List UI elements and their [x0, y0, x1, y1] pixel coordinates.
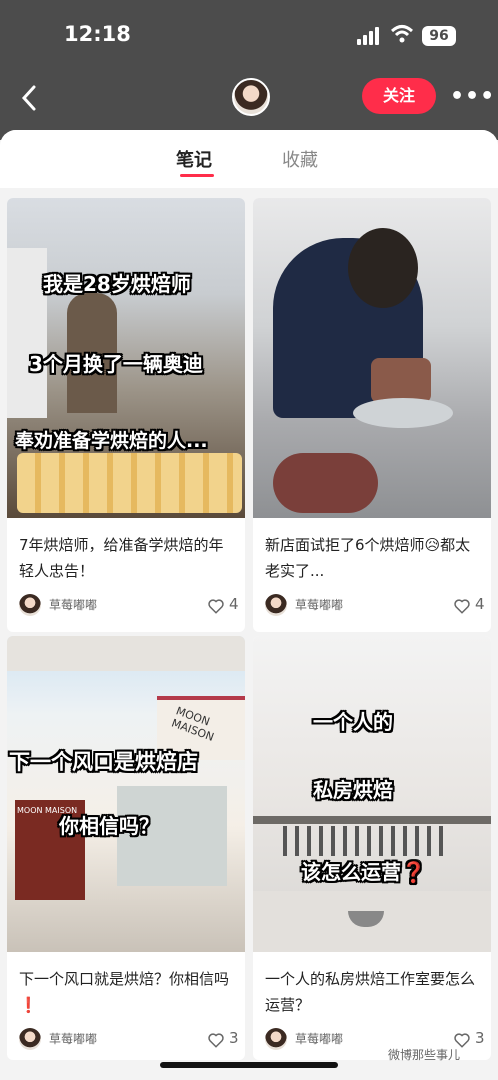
follow-button[interactable]: 关注 — [362, 78, 436, 114]
like-count: 4 — [229, 595, 239, 613]
author-name[interactable]: 草莓嘟嘟 — [295, 1030, 343, 1047]
profile-avatar[interactable] — [232, 78, 270, 116]
cover-text-line: 下一个风口是烘焙店 — [9, 750, 198, 774]
cover-text-line: 我是28岁烘焙师 — [43, 272, 191, 296]
heart-icon[interactable] — [453, 597, 471, 615]
note-card[interactable]: 一个人的 私房烘焙 该怎么运营❓ 一个人的私房烘焙工作室要怎么运营？ 草莓嘟嘟 … — [253, 636, 491, 1060]
cover-text-line: 奉劝准备学烘焙的人... — [15, 430, 208, 452]
cover-text-line: 3个月换了一辆奥迪 — [29, 352, 203, 376]
note-card[interactable]: MOON MAISON MOON MAISON 下一个风口是烘焙店 你相信吗？ … — [7, 636, 245, 1060]
note-title: 7年烘焙师，给准备学烘焙的年轻人忠告！ — [19, 536, 224, 580]
cover-text-line: 一个人的 — [313, 710, 393, 734]
tab-notes[interactable]: 笔记 — [176, 146, 212, 172]
home-indicator[interactable] — [160, 1062, 338, 1068]
battery-icon: 96 — [422, 26, 456, 46]
cover-text-line: 私房烘焙 — [313, 778, 393, 802]
author-avatar[interactable] — [19, 1028, 41, 1050]
wifi-icon — [391, 25, 413, 43]
note-card[interactable]: 我是28岁烘焙师 3个月换了一辆奥迪 奉劝准备学烘焙的人... 7年烘焙师，给准… — [7, 198, 245, 632]
note-title: 下一个风口就是烘焙？你相信吗❗️ — [19, 970, 230, 1014]
note-cover-image: 一个人的 私房烘焙 该怎么运营❓ — [253, 636, 491, 952]
note-cover-image: 我是28岁烘焙师 3个月换了一辆奥迪 奉劝准备学烘焙的人... — [7, 198, 245, 518]
note-cover-image: MOON MAISON MOON MAISON 下一个风口是烘焙店 你相信吗？ — [7, 636, 245, 952]
author-name[interactable]: 草莓嘟嘟 — [49, 1030, 97, 1047]
note-meta: 草莓嘟嘟 4 — [265, 594, 485, 618]
author-name[interactable]: 草莓嘟嘟 — [49, 596, 97, 613]
watermark-text: 微博那些事儿 — [388, 1048, 461, 1062]
like-count: 3 — [229, 1029, 239, 1047]
note-meta: 草莓嘟嘟 4 — [19, 594, 239, 618]
cover-text-line: 你相信吗？ — [59, 814, 159, 838]
note-meta: 草莓嘟嘟 3 — [19, 1028, 239, 1052]
like-count: 3 — [475, 1029, 485, 1047]
more-options-icon[interactable]: ••• — [450, 84, 494, 109]
active-tab-indicator — [180, 174, 214, 177]
author-avatar[interactable] — [265, 1028, 287, 1050]
cellular-signal-icon — [357, 27, 383, 45]
tab-bar: 笔记 收藏 — [0, 130, 498, 188]
author-avatar[interactable] — [19, 594, 41, 616]
note-title: 新店面试拒了6个烘焙师😥都太老实了... — [265, 536, 471, 580]
top-bar: 12:18 96 关注 ••• — [0, 0, 498, 140]
note-cover-image — [253, 198, 491, 518]
like-count: 4 — [475, 595, 485, 613]
tab-favorites[interactable]: 收藏 — [282, 146, 318, 172]
back-arrow-icon[interactable] — [18, 84, 42, 112]
note-title: 一个人的私房烘焙工作室要怎么运营？ — [265, 970, 476, 1014]
heart-icon[interactable] — [207, 1031, 225, 1049]
heart-icon[interactable] — [207, 597, 225, 615]
status-bar: 12:18 96 — [0, 0, 498, 64]
author-name[interactable]: 草莓嘟嘟 — [295, 596, 343, 613]
status-time: 12:18 — [64, 22, 131, 46]
author-avatar[interactable] — [265, 594, 287, 616]
cover-text-line: 该怎么运营❓ — [301, 860, 426, 884]
note-card[interactable]: 新店面试拒了6个烘焙师😥都太老实了... 草莓嘟嘟 4 — [253, 198, 491, 632]
